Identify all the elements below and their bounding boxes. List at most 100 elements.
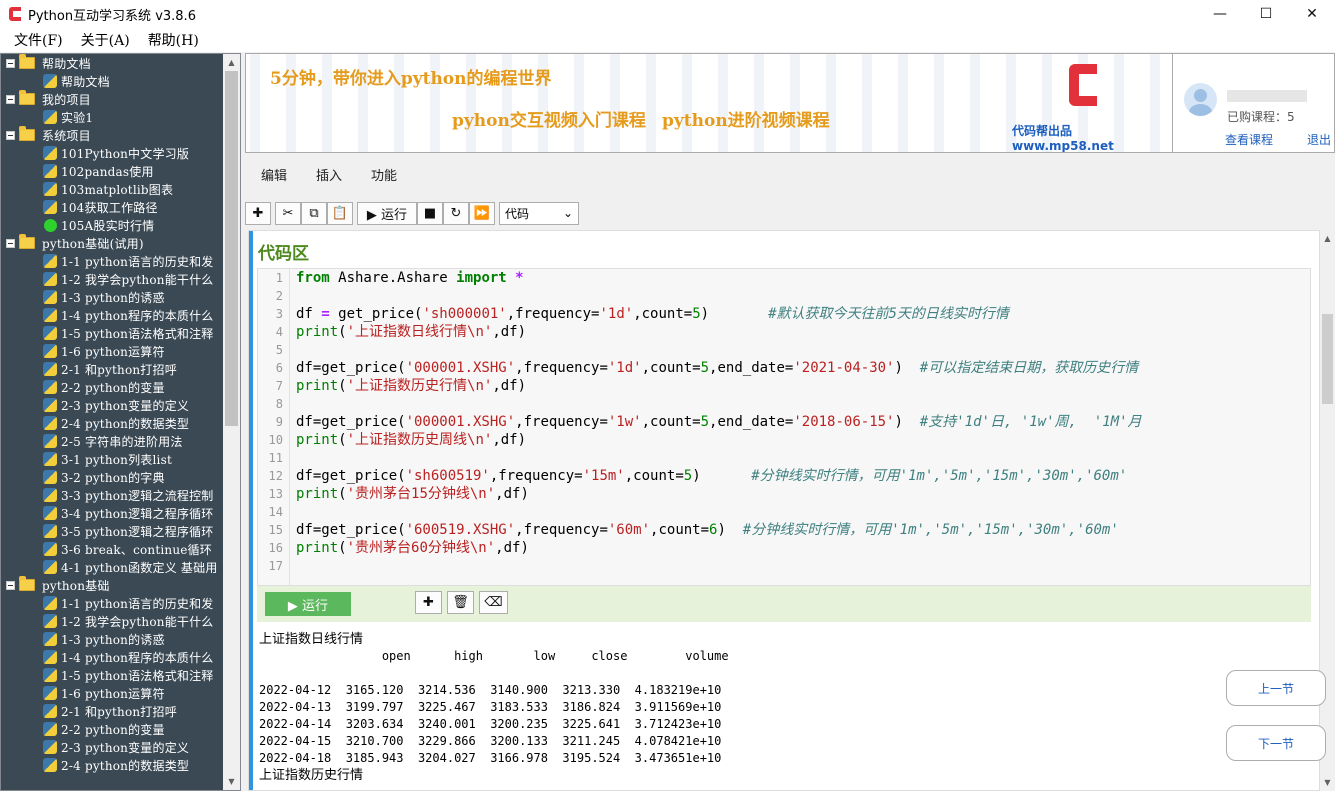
cut-button[interactable]: ✂	[275, 201, 301, 225]
tree-item[interactable]: 3-4 python逻辑之程序循环	[1, 504, 223, 522]
tree-item[interactable]: 帮助文档	[1, 72, 223, 90]
tree-item[interactable]: 2-3 python变量的定义	[1, 396, 223, 414]
tree-folder[interactable]: python基础	[1, 576, 223, 594]
tree-item[interactable]: 102pandas使用	[1, 162, 223, 180]
tab-edit[interactable]: 编辑	[244, 164, 287, 190]
tree-item[interactable]: 1-2 我学会python能干什么	[1, 270, 223, 288]
tree-item[interactable]: 3-2 python的字典	[1, 468, 223, 486]
tree-scroll-thumb[interactable]	[225, 71, 238, 426]
minimize-button[interactable]: —	[1197, 0, 1243, 28]
tree-item[interactable]: 2-4 python的数据类型	[1, 756, 223, 774]
menu-file[interactable]: 文件(F)	[0, 30, 63, 50]
tree-item[interactable]: 1-4 python程序的本质什么	[1, 648, 223, 666]
line-number: 15	[268, 523, 283, 537]
code-content[interactable]: from Ashare.Ashare import * df = get_pric…	[296, 269, 1142, 575]
tree-item[interactable]: 2-4 python的数据类型	[1, 414, 223, 432]
tree-item[interactable]: 4-1 python函数定义 基础用	[1, 558, 223, 576]
paste-button[interactable]: 📋	[327, 201, 353, 225]
tree-item[interactable]: 1-5 python语法格式和注释	[1, 666, 223, 684]
tab-insert[interactable]: 插入	[299, 164, 342, 190]
python-icon	[43, 506, 57, 520]
stop-button[interactable]: ■	[417, 201, 443, 225]
collapse-toggle-icon[interactable]	[6, 130, 15, 140]
tree-folder[interactable]: 我的项目	[1, 90, 223, 108]
cell-type-select[interactable]: 代码 ⌄	[499, 201, 579, 225]
copy-button[interactable]: ⧉	[301, 201, 327, 225]
notebook-scrollbar[interactable]: ▲ ▼	[1320, 230, 1335, 791]
code-line: df=get_price('600519.XSHG',frequency='60…	[296, 521, 1142, 539]
tree-item[interactable]: 3-3 python逻辑之流程控制	[1, 486, 223, 504]
collapse-toggle-icon[interactable]	[6, 58, 15, 68]
run-button[interactable]: ▶ 运行	[357, 201, 417, 225]
tree-item[interactable]: 2-5 字符串的进阶用法	[1, 432, 223, 450]
tree-item[interactable]: 实验1	[1, 108, 223, 126]
scroll-down-arrow-icon[interactable]: ▼	[223, 773, 240, 790]
close-button[interactable]: ✕	[1289, 0, 1335, 28]
collapse-toggle-icon[interactable]	[6, 238, 15, 248]
tree-item[interactable]: 1-6 python运算符	[1, 342, 223, 360]
tree-item[interactable]: 2-1 和python打招呼	[1, 702, 223, 720]
tree-folder[interactable]: python基础(试用)	[1, 234, 223, 252]
tree-folder[interactable]: 系统项目	[1, 126, 223, 144]
tree-folder[interactable]: 帮助文档	[1, 54, 223, 72]
delete-cell-button[interactable]: 🗑	[447, 591, 474, 614]
tree-item[interactable]: 3-6 break、continue循环	[1, 540, 223, 558]
window-title: Python互动学习系统 v3.8.6	[28, 8, 196, 24]
tree-item[interactable]: 104获取工作路径	[1, 198, 223, 216]
tree-item[interactable]: 3-1 python列表list	[1, 450, 223, 468]
tree-item[interactable]: 1-3 python的诱惑	[1, 630, 223, 648]
tree-item[interactable]: 1-3 python的诱惑	[1, 288, 223, 306]
code-token: print	[296, 432, 339, 448]
code-token: import	[456, 270, 507, 286]
notebook-scroll-thumb[interactable]	[1322, 314, 1333, 404]
collapse-toggle-icon[interactable]	[6, 94, 15, 104]
tree-item[interactable]: 2-1 和python打招呼	[1, 360, 223, 378]
scroll-down-arrow-icon[interactable]: ▼	[1320, 774, 1335, 791]
clear-output-button[interactable]: ⌫	[479, 591, 508, 614]
maximize-button[interactable]: ☐	[1243, 0, 1289, 28]
python-icon	[43, 326, 57, 340]
menu-help[interactable]: 帮助(H)	[134, 30, 199, 50]
tab-function[interactable]: 功能	[354, 164, 397, 190]
tree-item[interactable]: 101Python中文学习版	[1, 144, 223, 162]
code-token: '贵州茅台15分钟线\n'	[346, 486, 496, 502]
next-section-button[interactable]: 下一节	[1226, 725, 1326, 761]
tree-label: 帮助文档	[42, 56, 91, 71]
code-editor[interactable]: 1 2 3 4 5 6 7 8 9 10 11 12 13 14 15 16 17 from Ashare.As…	[257, 268, 1311, 586]
view-courses-link[interactable]: 查看课程	[1225, 131, 1273, 148]
tree-item[interactable]: 2-2 python的变量	[1, 720, 223, 738]
python-icon	[43, 362, 57, 376]
scroll-up-arrow-icon[interactable]: ▲	[1320, 230, 1335, 247]
tree-item[interactable]: 1-2 我学会python能干什么	[1, 612, 223, 630]
tree-item[interactable]: 1-4 python程序的本质什么	[1, 306, 223, 324]
tree-scrollbar[interactable]: ▲ ▼	[223, 54, 240, 790]
prev-section-button[interactable]: 上一节	[1226, 670, 1326, 706]
add-cell-below-button[interactable]: ✚	[415, 591, 442, 614]
collapse-toggle-icon[interactable]	[6, 580, 15, 590]
tree-item[interactable]: 105A股实时行情	[1, 216, 223, 234]
tree-item[interactable]: 2-3 python变量的定义	[1, 738, 223, 756]
folder-icon	[19, 576, 35, 591]
tree-item[interactable]: 103matplotlib图表	[1, 180, 223, 198]
intro-course-link[interactable]: pyhon交互视频入门课程	[452, 106, 646, 131]
tree-label: 1-1 python语言的历史和发	[61, 254, 214, 269]
window-controls: — ☐ ✕	[1197, 0, 1335, 28]
restart-button[interactable]: ↻	[443, 201, 469, 225]
menu-about[interactable]: 关于(A)	[67, 30, 130, 50]
run-all-button[interactable]: ⏩	[469, 201, 495, 225]
scroll-up-arrow-icon[interactable]: ▲	[223, 54, 240, 71]
logout-link[interactable]: 退出	[1307, 131, 1331, 148]
tree-item[interactable]: 1-6 python运算符	[1, 684, 223, 702]
code-token: ,frequency=	[515, 360, 608, 376]
add-cell-button[interactable]: ✚	[245, 201, 271, 225]
tree-item[interactable]: 1-1 python语言的历史和发	[1, 252, 223, 270]
tree-label: 我的项目	[42, 92, 91, 107]
run-cell-button[interactable]: ▶ 运行	[265, 592, 351, 616]
tree-item[interactable]: 1-1 python语言的历史和发	[1, 594, 223, 612]
tree-item[interactable]: 1-5 python语法格式和注释	[1, 324, 223, 342]
folder-icon	[19, 54, 35, 69]
advanced-course-link[interactable]: python进阶视频课程	[662, 106, 830, 131]
tree-item[interactable]: 3-5 python逻辑之程序循环	[1, 522, 223, 540]
tree-item[interactable]: 2-2 python的变量	[1, 378, 223, 396]
